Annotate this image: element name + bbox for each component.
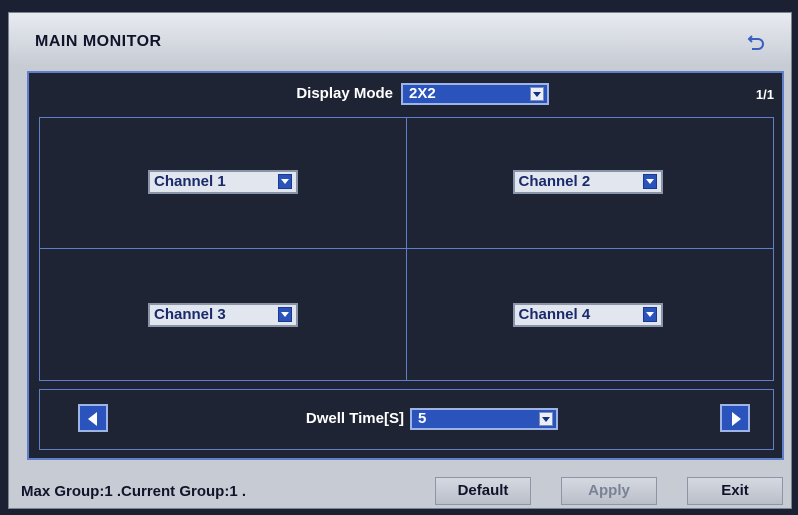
channel-2-select[interactable]: Channel 2 xyxy=(512,170,663,194)
dwell-row: Dwell Time[S] 5 xyxy=(39,389,774,450)
channel-2-value: Channel 2 xyxy=(518,173,591,190)
monitor-settings-panel: Display Mode 2X2 1/1 Channel 1 Channel 2 xyxy=(27,71,784,460)
default-button[interactable]: Default xyxy=(435,477,531,505)
chevron-down-icon xyxy=(530,87,544,101)
chevron-down-icon xyxy=(278,307,292,322)
channel-cell-1: Channel 1 xyxy=(40,118,407,249)
display-mode-label: Display Mode xyxy=(296,85,393,102)
channel-3-select[interactable]: Channel 3 xyxy=(148,303,298,327)
channel-1-value: Channel 1 xyxy=(154,173,226,190)
arrow-right-icon xyxy=(732,412,741,426)
channel-cell-4: Channel 4 xyxy=(407,249,774,380)
arrow-left-icon xyxy=(88,412,97,426)
channel-3-value: Channel 3 xyxy=(154,306,226,323)
apply-button[interactable]: Apply xyxy=(561,477,657,505)
dwell-time-value: 5 xyxy=(418,410,427,427)
chevron-down-icon xyxy=(642,174,657,189)
main-monitor-window: MAIN MONITOR Display Mode 2X2 1/1 Channe… xyxy=(8,12,792,509)
channel-4-select[interactable]: Channel 4 xyxy=(512,303,663,327)
next-group-button[interactable] xyxy=(720,404,750,432)
dwell-time-select[interactable]: 5 xyxy=(410,408,558,430)
window-title: MAIN MONITOR xyxy=(35,33,162,50)
title-bar: MAIN MONITOR xyxy=(9,13,791,65)
display-mode-select[interactable]: 2X2 xyxy=(401,83,549,105)
dwell-time-label: Dwell Time[S] xyxy=(305,410,404,427)
chevron-down-icon xyxy=(539,412,553,426)
channel-4-value: Channel 4 xyxy=(518,306,591,323)
channel-1-select[interactable]: Channel 1 xyxy=(148,170,298,194)
back-icon[interactable] xyxy=(747,33,765,51)
chevron-down-icon xyxy=(642,307,657,322)
chevron-down-icon xyxy=(278,174,292,189)
channel-cell-2: Channel 2 xyxy=(406,118,773,249)
group-status-text: Max Group:1 .Current Group:1 . xyxy=(21,483,247,500)
page-indicator: 1/1 xyxy=(755,87,774,102)
channel-layout-grid: Channel 1 Channel 2 Channel 3 Channel 4 xyxy=(39,117,774,381)
channel-cell-3: Channel 3 xyxy=(40,249,407,380)
exit-button[interactable]: Exit xyxy=(687,477,783,505)
prev-group-button[interactable] xyxy=(78,404,108,432)
display-mode-value: 2X2 xyxy=(409,85,436,102)
